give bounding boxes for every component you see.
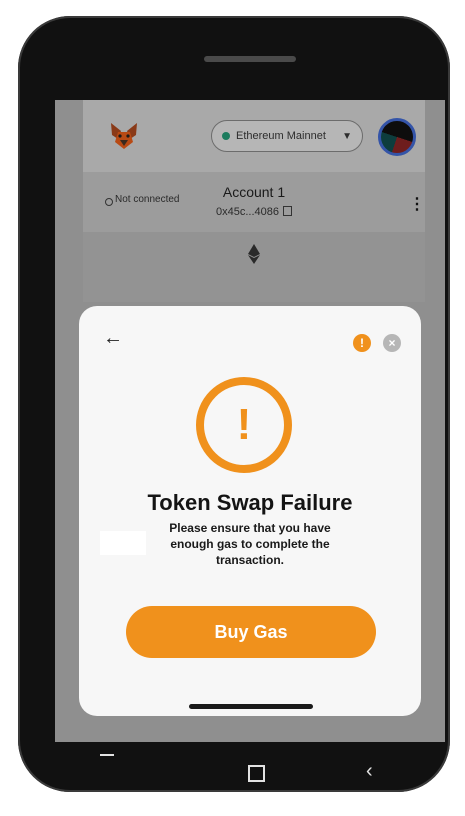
phone-screen: Ethereum Mainnet ▼ Not connected Account… (55, 100, 445, 742)
phone-speaker (204, 56, 296, 62)
close-icon[interactable]: × (383, 334, 401, 352)
warning-icon: ! (196, 377, 292, 473)
warning-mark: ! (236, 400, 252, 449)
account-row: Not connected Account 1 0x45c...4086 ⋮ (83, 172, 425, 233)
account-address-line[interactable]: 0x45c...4086 (83, 206, 425, 218)
info-icon[interactable]: ! (353, 334, 371, 352)
back-arrow-icon[interactable]: ← (103, 328, 123, 348)
swap-failure-dialog: ← ! × ! Token Swap Failure Please ensure… (79, 306, 421, 716)
copy-icon[interactable] (283, 206, 292, 216)
nav-recents-icon[interactable] (100, 754, 114, 756)
account-address[interactable]: 0x45c...4086 (216, 206, 279, 218)
account-avatar[interactable] (378, 118, 416, 156)
metamask-header: Ethereum Mainnet ▼ (83, 100, 425, 172)
kebab-menu-icon[interactable]: ⋮ (409, 194, 425, 214)
home-indicator (189, 704, 313, 709)
nav-back-icon[interactable]: ‹ (366, 760, 373, 783)
dialog-message: Please ensure that you have enough gas t… (169, 521, 331, 567)
phone-frame: Ethereum Mainnet ▼ Not connected Account… (18, 16, 450, 792)
network-status-dot (222, 132, 230, 140)
buy-gas-button[interactable]: Buy Gas (126, 606, 376, 658)
redaction-patch (100, 531, 146, 555)
network-selector[interactable]: Ethereum Mainnet ▼ (211, 120, 363, 152)
network-label: Ethereum Mainnet (236, 130, 326, 142)
ethereum-icon (248, 244, 260, 264)
account-name[interactable]: Account 1 (83, 184, 425, 200)
metamask-fox-icon[interactable] (109, 122, 139, 150)
nav-home-icon[interactable] (248, 765, 265, 782)
chevron-down-icon: ▼ (342, 130, 352, 142)
asset-overview (83, 232, 425, 302)
dialog-title: Token Swap Failure (147, 490, 353, 515)
